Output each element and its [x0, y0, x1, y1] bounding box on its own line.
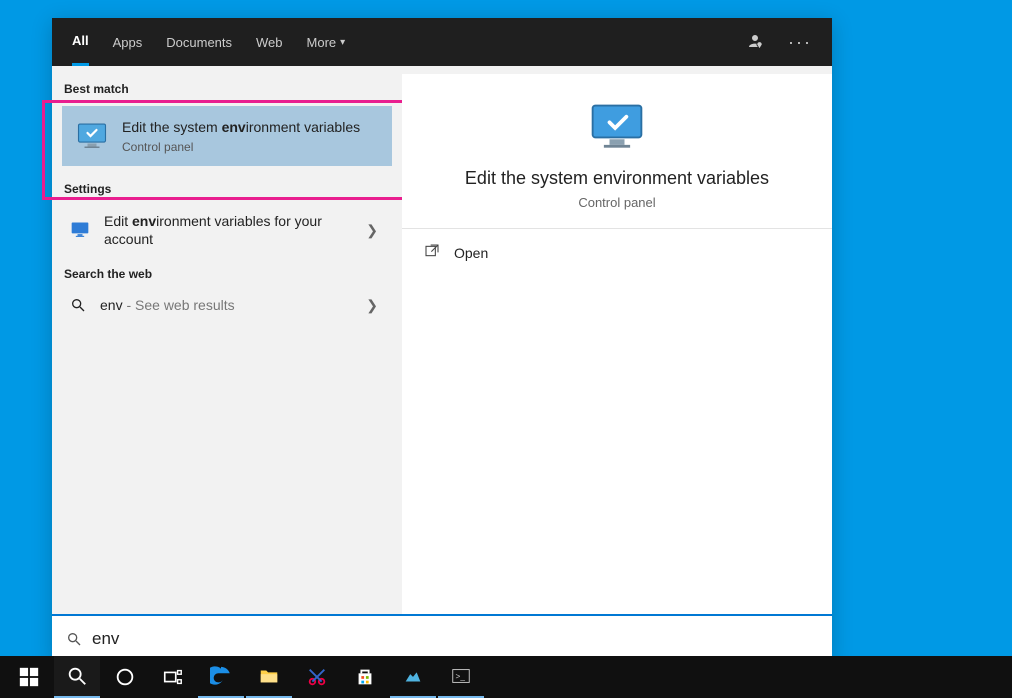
detail-hero: Edit the system environment variables Co… [402, 74, 832, 229]
open-icon [424, 243, 440, 262]
heading-search-web: Search the web [52, 259, 402, 287]
detail-pane: Edit the system environment variables Co… [402, 74, 832, 614]
detail-sub: Control panel [422, 195, 812, 210]
taskbar-cortana[interactable] [102, 656, 148, 698]
tab-more[interactable]: More [307, 18, 346, 66]
best-title-post: ironment variables [246, 119, 360, 135]
open-label: Open [454, 245, 488, 261]
settings-result[interactable]: Edit environment variables for your acco… [52, 202, 402, 258]
control-panel-monitor-icon [587, 98, 647, 158]
results-area: Best match Edit the system environment v… [52, 66, 832, 614]
taskbar-taskview[interactable] [150, 656, 196, 698]
web-result[interactable]: env - See web results ❯ [52, 287, 402, 324]
heading-settings: Settings [52, 174, 402, 202]
taskbar-snip[interactable] [294, 656, 340, 698]
tab-all[interactable]: All [72, 18, 89, 66]
start-button[interactable] [6, 656, 52, 698]
taskbar-edge[interactable] [198, 656, 244, 698]
web-query: env [100, 297, 123, 313]
settings-pre: Edit [104, 213, 132, 229]
scope-tabs: All Apps Documents Web More ··· [52, 18, 832, 66]
web-suffix: - See web results [123, 297, 235, 313]
settings-bold: env [132, 213, 156, 229]
search-input-row [52, 614, 832, 662]
feedback-icon[interactable] [746, 32, 764, 53]
tab-web[interactable]: Web [256, 18, 283, 66]
search-input[interactable] [92, 629, 818, 649]
best-title-bold: env [222, 119, 246, 135]
chevron-right-icon: ❯ [366, 297, 384, 314]
taskbar: >_ [0, 656, 1012, 698]
tab-apps[interactable]: Apps [113, 18, 143, 66]
search-panel: All Apps Documents Web More ··· Best mat… [52, 18, 832, 662]
chevron-right-icon: ❯ [366, 222, 384, 239]
options-icon[interactable]: ··· [788, 32, 812, 53]
heading-best-match: Best match [52, 74, 402, 102]
best-title-pre: Edit the system [122, 119, 222, 135]
search-icon [66, 631, 82, 647]
best-match-result[interactable]: Edit the system environment variables Co… [62, 106, 392, 166]
taskbar-search[interactable] [54, 656, 100, 698]
open-action[interactable]: Open [402, 229, 832, 276]
taskbar-file-explorer[interactable] [246, 656, 292, 698]
taskbar-terminal[interactable]: >_ [438, 656, 484, 698]
svg-text:>_: >_ [456, 672, 466, 681]
detail-title: Edit the system environment variables [422, 168, 812, 189]
control-panel-monitor-icon [74, 118, 110, 154]
taskbar-app1[interactable] [390, 656, 436, 698]
taskbar-store[interactable] [342, 656, 388, 698]
monitor-icon [70, 220, 90, 240]
results-list: Best match Edit the system environment v… [52, 66, 402, 614]
best-match-sub: Control panel [122, 140, 360, 154]
search-icon [70, 297, 86, 313]
tab-documents[interactable]: Documents [166, 18, 232, 66]
best-match-text: Edit the system environment variables Co… [122, 118, 360, 154]
